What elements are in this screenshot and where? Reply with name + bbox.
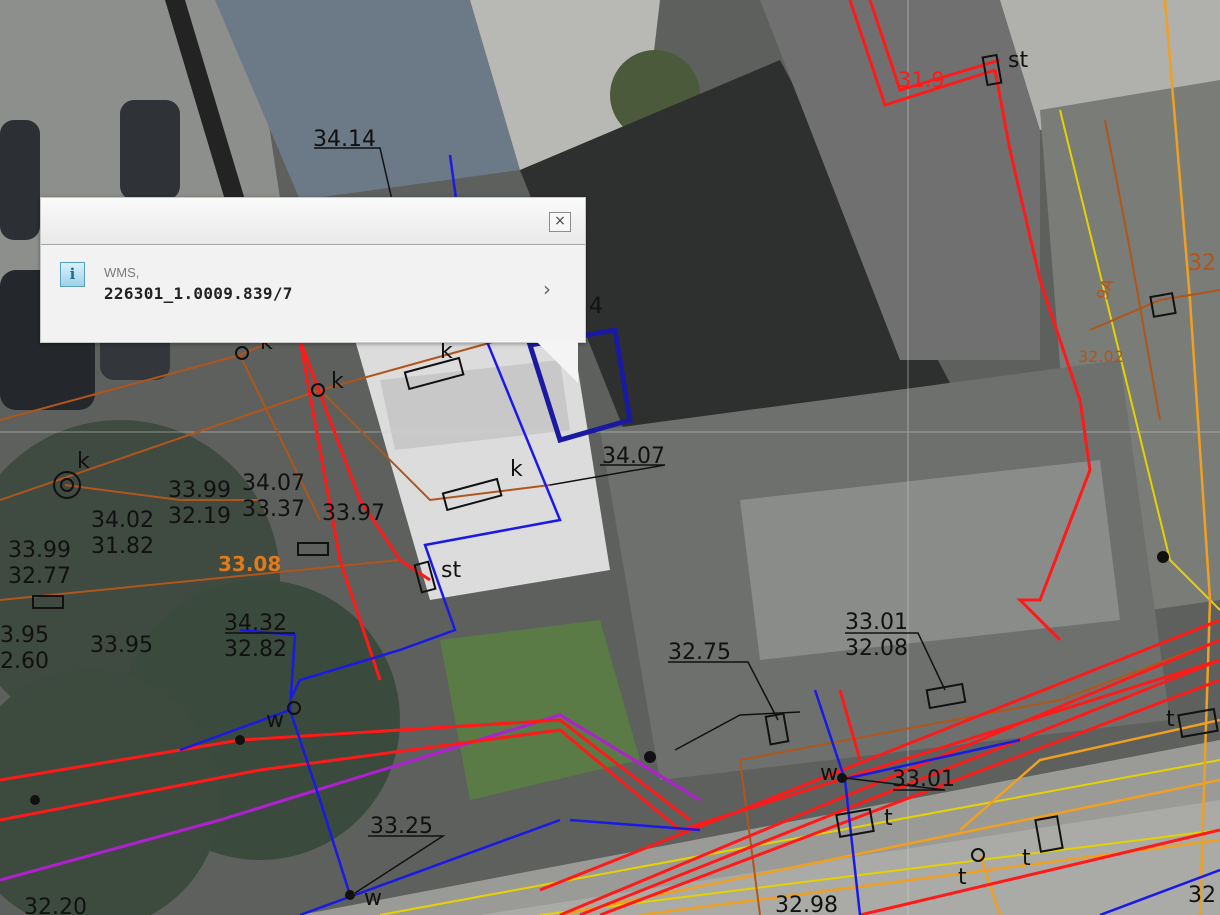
map-label: 31.82 [91,534,154,559]
map-label: t [1022,846,1031,871]
map-label: 33.97 [322,501,385,526]
map-label: st [1008,48,1028,73]
popup-pointer [536,341,578,383]
map-label: k [77,449,90,474]
map-label: 32.08 [845,636,908,661]
map-label: 3.95 [0,623,49,648]
map-label: 32.19 [168,504,231,529]
map-label: t [1166,707,1175,732]
map-label: 32.75 [668,640,731,665]
map-label: k [510,457,523,482]
map-label: 4 [589,294,603,319]
map-label: w [364,886,382,911]
result-feature-id: 226301_1.0009.839/7 [104,284,293,303]
map-label: 33.01 [892,767,955,792]
map-label: 33.08 [218,552,281,576]
map-label: 2.60 [0,649,49,674]
map-label: t [958,865,967,890]
popup-header: × [41,198,585,245]
map-label: 32.82 [224,637,287,662]
map-label: 32.20 [24,895,87,915]
map-label: 33.99 [168,478,231,503]
map-label: 34.02 [91,508,154,533]
map-label: 33.01 [845,610,908,635]
map-canvas[interactable]: 34.14 31.9 st 4 34.07 k k k k k 33.99 32… [0,0,1220,915]
map-label: 34.32 [224,611,287,636]
map-label: w [820,761,838,786]
map-label: 33.25 [370,814,433,839]
map-label: 33.95 [90,633,153,658]
feature-info-popup: × i WMS, 226301_1.0009.839/7 › [40,197,586,343]
map-label: 31.9 [898,68,945,92]
feature-result-row[interactable]: i WMS, 226301_1.0009.839/7 › [41,245,585,341]
map-label: 33.37 [242,497,305,522]
map-label: 32.02 [1078,347,1124,366]
map-label: k [331,369,344,394]
map-label: 34.14 [313,127,376,152]
chevron-right-icon[interactable]: › [543,277,551,301]
map-label: 32.77 [8,564,71,589]
map-label: 33.99 [8,538,71,563]
result-layer-type: WMS, [104,265,140,280]
map-label: t [884,806,893,831]
map-label: w [266,708,284,733]
map-label: st [441,558,461,583]
map-label: 34.07 [242,471,305,496]
map-label: 32 [1188,883,1216,908]
map-label: 32.98 [775,893,838,915]
close-icon[interactable]: × [549,212,571,232]
info-icon: i [60,262,85,287]
map-label: 32 [1188,251,1216,276]
map-label: 34.07 [602,444,665,469]
